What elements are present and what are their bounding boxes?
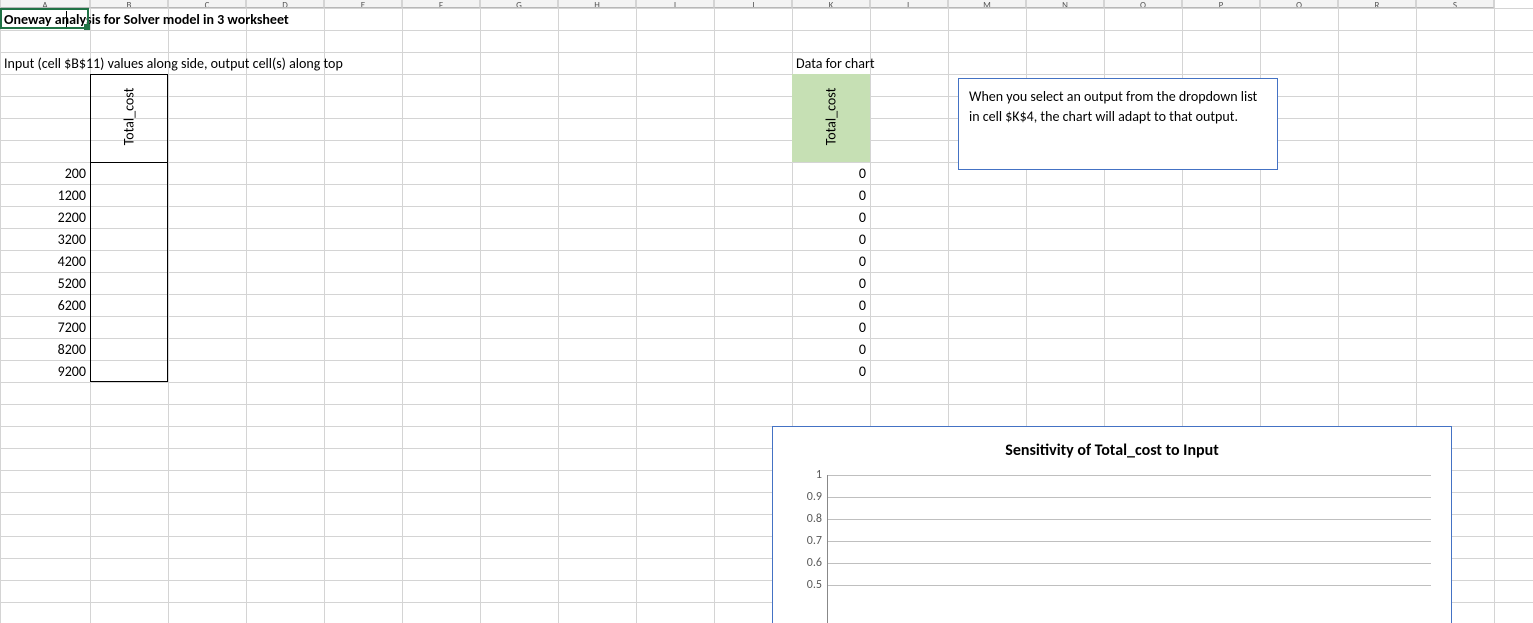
spreadsheet-grid[interactable]: ABCDEFGHIJKLMNOPQRS Oneway analysis for S… (0, 0, 1533, 623)
chart-data-value[interactable]: 0 (792, 338, 870, 360)
column-header[interactable]: H (558, 0, 636, 8)
column-header[interactable]: M (948, 0, 1026, 8)
input-value[interactable]: 1200 (0, 184, 90, 206)
chart-data-value[interactable]: 0 (792, 228, 870, 250)
column-header[interactable]: D (246, 0, 324, 8)
chart-data-value[interactable]: 0 (792, 294, 870, 316)
column-header[interactable]: A (0, 0, 90, 8)
column-header[interactable]: N (1026, 0, 1104, 8)
column-header[interactable]: P (1182, 0, 1260, 8)
column-header[interactable]: K (792, 0, 870, 8)
chart-ytick: 0.9 (807, 490, 822, 504)
column-header[interactable]: G (480, 0, 558, 8)
chart-data-value[interactable]: 0 (792, 316, 870, 338)
chart-data-value[interactable]: 0 (792, 360, 870, 382)
chart-ytick: 1 (816, 468, 822, 482)
input-value[interactable]: 6200 (0, 294, 90, 316)
chart-data-value[interactable]: 0 (792, 184, 870, 206)
chart-ytick: 0.6 (807, 556, 822, 570)
chart-output-header-label: Total_cost (823, 77, 840, 157)
chart-data-value[interactable]: 0 (792, 206, 870, 228)
chart-ytick: 0.7 (807, 534, 822, 548)
input-value[interactable]: 4200 (0, 250, 90, 272)
subtitle[interactable]: Input (cell $B$11) values along side, ou… (0, 52, 347, 74)
input-value[interactable]: 2200 (0, 206, 90, 228)
column-header[interactable]: Q (1260, 0, 1338, 8)
chart-data-value[interactable]: 0 (792, 272, 870, 294)
chart-ytick: 0.5 (807, 578, 822, 592)
column-header[interactable]: B (90, 0, 168, 8)
chart-data-value[interactable]: 0 (792, 162, 870, 184)
input-value[interactable]: 200 (0, 162, 90, 184)
data-for-chart-label[interactable]: Data for chart (792, 52, 879, 74)
input-value[interactable]: 8200 (0, 338, 90, 360)
text-caret (66, 11, 67, 27)
column-header[interactable]: E (324, 0, 402, 8)
input-value[interactable]: 9200 (0, 360, 90, 382)
output-column-border (90, 74, 168, 382)
column-header[interactable]: I (636, 0, 714, 8)
column-header[interactable]: F (402, 0, 480, 8)
column-header[interactable]: R (1338, 0, 1416, 8)
input-value[interactable]: 5200 (0, 272, 90, 294)
column-header[interactable]: C (168, 0, 246, 8)
sensitivity-chart[interactable]: Sensitivity of Total_cost to Input10.90.… (772, 426, 1452, 623)
chart-data-value[interactable]: 0 (792, 250, 870, 272)
chart-ytick: 0.8 (807, 512, 822, 526)
column-header[interactable]: L (870, 0, 948, 8)
column-header[interactable]: S (1416, 0, 1494, 8)
input-value[interactable]: 7200 (0, 316, 90, 338)
input-value[interactable]: 3200 (0, 228, 90, 250)
page-title[interactable]: Oneway analysis for Solver model in 3 wo… (0, 8, 293, 30)
info-textbox[interactable]: When you select an output from the dropd… (958, 78, 1278, 170)
column-header[interactable]: O (1104, 0, 1182, 8)
chart-plot-area: 10.90.80.70.60.5 (827, 475, 1431, 623)
column-header[interactable]: J (714, 0, 792, 8)
chart-title: Sensitivity of Total_cost to Input (773, 441, 1451, 460)
